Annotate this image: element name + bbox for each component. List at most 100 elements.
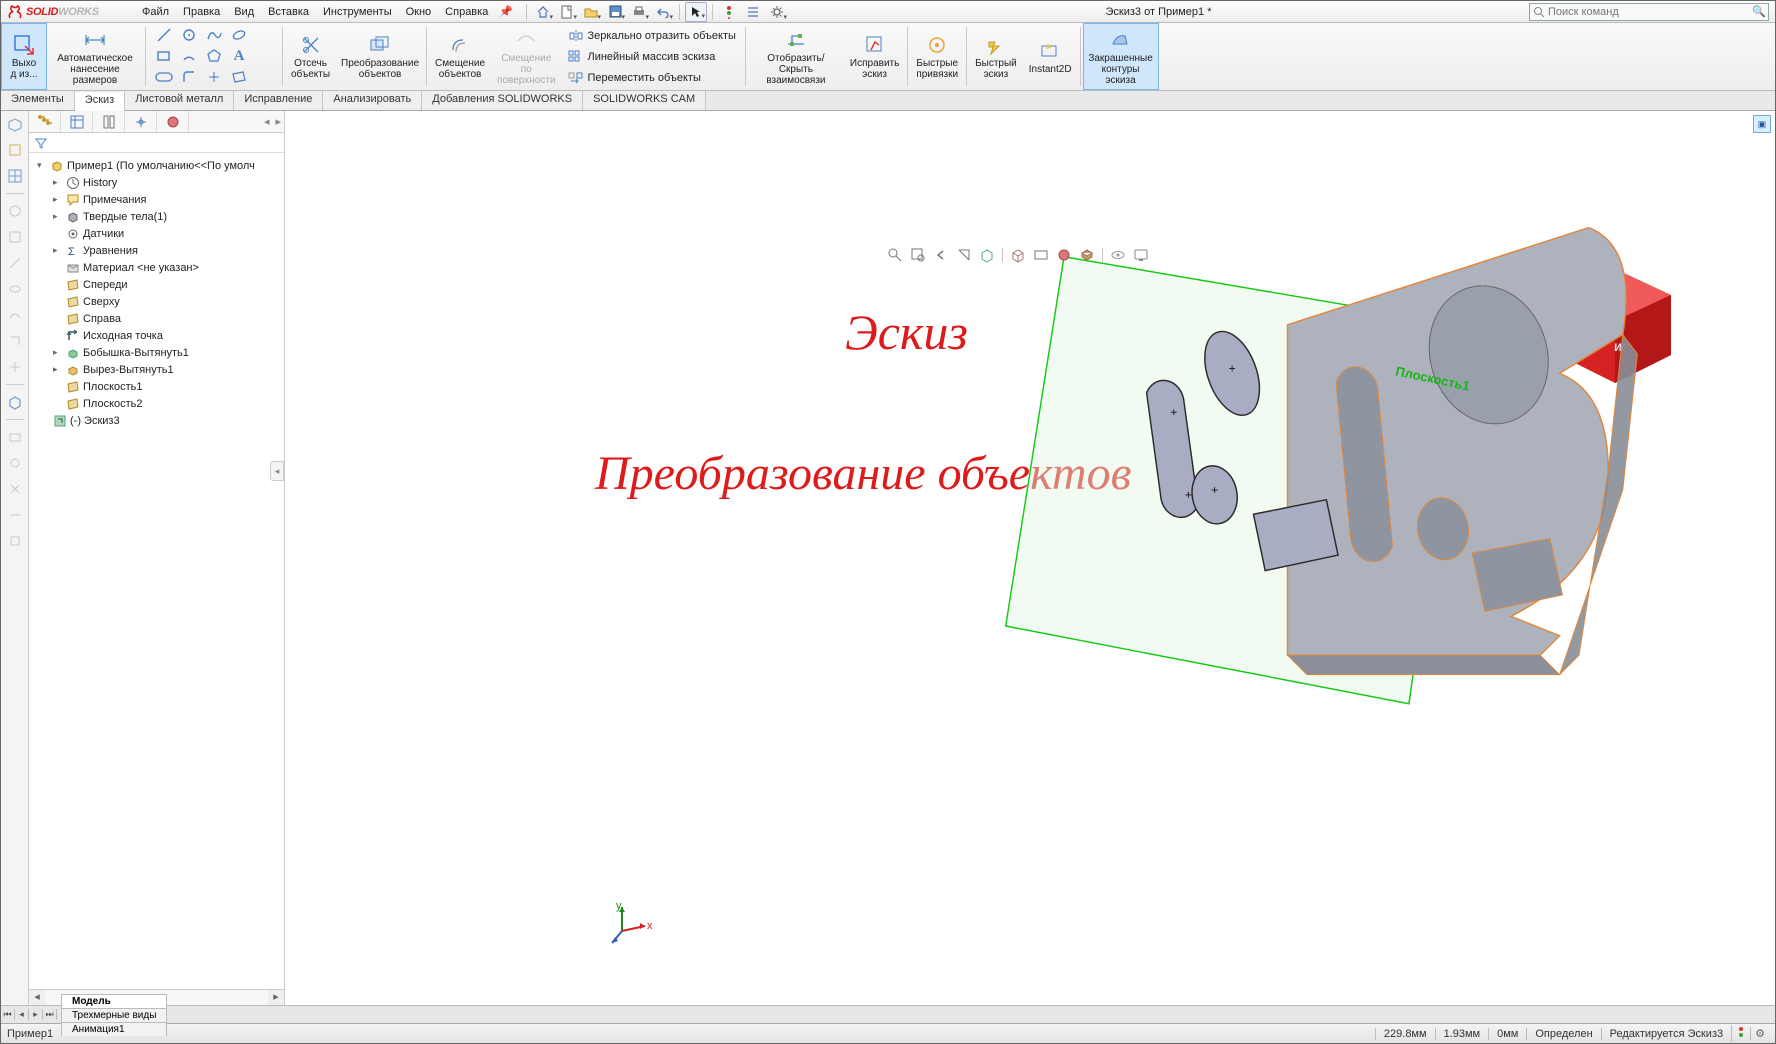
trim-button[interactable]: Отсечь объекты [285, 23, 336, 90]
fm-tab-prop[interactable] [61, 111, 93, 132]
menu-Файл[interactable]: Файл [135, 6, 176, 18]
tree-rollback-bar[interactable]: ◂ [270, 461, 284, 481]
status-rebuild-icon[interactable] [1731, 1025, 1750, 1042]
tb-icon-6[interactable] [4, 330, 26, 352]
previous-view-icon[interactable] [931, 245, 951, 265]
part-icon[interactable] [4, 139, 26, 161]
btab-Анимация1[interactable]: Анимация1 [61, 1022, 167, 1036]
tb-box-icon[interactable] [4, 391, 26, 413]
circle-icon[interactable] [177, 25, 201, 45]
tree-item[interactable]: ▸Твердые тела(1) [31, 208, 282, 225]
text-icon[interactable]: A [227, 46, 251, 66]
tab-Элементы[interactable]: Элементы [1, 91, 75, 110]
settings-icon[interactable]: ▾ [766, 2, 788, 22]
assembly-icon[interactable] [4, 113, 26, 135]
line-icon[interactable] [152, 25, 176, 45]
btab-Трехмерные виды[interactable]: Трехмерные виды [61, 1008, 167, 1022]
home-icon[interactable]: ▾ [532, 2, 554, 22]
menu-Окно[interactable]: Окно [399, 6, 439, 18]
command-search[interactable]: 🔍 [1529, 3, 1769, 21]
tab-Эскиз[interactable]: Эскиз [75, 92, 125, 111]
menu-Вид[interactable]: Вид [227, 6, 261, 18]
tb-icon-1[interactable] [4, 200, 26, 222]
move-button[interactable]: Переместить объекты [565, 68, 738, 88]
status-unit-icon[interactable]: ⚙ [1750, 1027, 1769, 1040]
mirror-button[interactable]: Зеркально отразить объекты [565, 26, 738, 46]
edit-appearance-icon[interactable] [1054, 245, 1074, 265]
slot-icon[interactable] [152, 67, 176, 87]
display-relations-button[interactable]: Отобразить/Скрыть взаимосвязи [748, 23, 844, 90]
offset-button[interactable]: Смещение объектов [429, 23, 491, 90]
shaded-sketch-button[interactable]: Закрашенные контуры эскиза [1083, 23, 1159, 90]
tb-icon-7[interactable] [4, 356, 26, 378]
menu-Правка[interactable]: Правка [176, 6, 227, 18]
tb-icon-12[interactable] [4, 530, 26, 552]
tree-item[interactable]: Сверху [31, 293, 282, 310]
select-icon[interactable]: ▾ [685, 2, 707, 22]
fm-tab-tree[interactable] [29, 111, 61, 132]
tab-nav-prev[interactable]: ◂ [15, 1009, 29, 1020]
tree-root[interactable]: ▾ Пример1 (По умолчанию<<По умолч [31, 157, 282, 174]
tree-sketch-item[interactable]: (-) Эскиз3 [31, 412, 282, 429]
tree-item[interactable]: Материал <не указан> [31, 259, 282, 276]
tree-item[interactable]: Плоскость2 [31, 395, 282, 412]
fm-tab-appear[interactable] [157, 111, 189, 132]
convert-entities-button[interactable]: Преобразование объектов [336, 23, 424, 90]
tab-nav-next[interactable]: ▸ [29, 1009, 43, 1020]
arc-icon[interactable] [177, 46, 201, 66]
quick-snaps-button[interactable]: Быстрые привязки [910, 23, 964, 90]
rebuild-icon[interactable] [718, 2, 740, 22]
tree-item[interactable]: ▸Примечания [31, 191, 282, 208]
options-list-icon[interactable] [742, 2, 764, 22]
exit-sketch-button[interactable]: Выхо д из... [1, 23, 47, 90]
feature-tree[interactable]: ▾ Пример1 (По умолчанию<<По умолч ▸Histo… [29, 153, 284, 989]
search-go-icon[interactable]: 🔍 [1750, 5, 1768, 18]
apply-scene-icon[interactable] [1077, 245, 1097, 265]
hide-show-icon[interactable] [1031, 245, 1051, 265]
rect-icon[interactable] [152, 46, 176, 66]
display-style-icon[interactable] [1008, 245, 1028, 265]
view-settings-icon[interactable] [1108, 245, 1128, 265]
save-icon[interactable]: ▾ [604, 2, 626, 22]
point-icon[interactable] [202, 67, 226, 87]
tb-icon-10[interactable] [4, 478, 26, 500]
zoom-fit-icon[interactable] [885, 245, 905, 265]
tree-item[interactable]: ▸History [31, 174, 282, 191]
view-orient-icon[interactable] [977, 245, 997, 265]
tab-nav-last[interactable]: ⏭ [43, 1009, 57, 1020]
fm-filter[interactable] [29, 133, 284, 153]
polygon-icon[interactable] [202, 46, 226, 66]
tree-item[interactable]: ▸ΣУравнения [31, 242, 282, 259]
menu-Инструменты[interactable]: Инструменты [316, 6, 399, 18]
tb-icon-3[interactable] [4, 252, 26, 274]
ellipse-icon[interactable] [227, 25, 251, 45]
tab-Анализировать[interactable]: Анализировать [323, 91, 422, 110]
tree-item[interactable]: Датчики [31, 225, 282, 242]
section-view-icon[interactable] [954, 245, 974, 265]
tb-icon-9[interactable] [4, 452, 26, 474]
print-icon[interactable]: ▾ [628, 2, 650, 22]
zoom-area-icon[interactable] [908, 245, 928, 265]
instant2d-button[interactable]: Instant2D [1023, 23, 1078, 90]
tab-Листовой металл[interactable]: Листовой металл [125, 91, 234, 110]
fm-tab-config[interactable] [93, 111, 125, 132]
btab-Модель[interactable]: Модель [61, 994, 167, 1008]
tree-item[interactable]: Плоскость1 [31, 378, 282, 395]
tab-Добавления SOLIDWORKS[interactable]: Добавления SOLIDWORKS [422, 91, 583, 110]
repair-sketch-button[interactable]: Исправить эскиз [844, 23, 905, 90]
new-doc-icon[interactable]: ▾ [556, 2, 578, 22]
tree-item[interactable]: Спереди [31, 276, 282, 293]
tree-item[interactable]: ▸Бобышка-Вытянуть1 [31, 344, 282, 361]
tab-SOLIDWORKS CAM[interactable]: SOLIDWORKS CAM [583, 91, 706, 110]
tree-item[interactable]: ▸Вырез-Вытянуть1 [31, 361, 282, 378]
open-icon[interactable]: ▾ [580, 2, 602, 22]
tree-item[interactable]: Справа [31, 310, 282, 327]
confirm-corner-icon[interactable]: ▣ [1753, 115, 1771, 133]
undo-icon[interactable]: ▾ [652, 2, 674, 22]
spline-icon[interactable] [202, 25, 226, 45]
pin-icon[interactable]: 📌 [499, 5, 513, 18]
plane-icon[interactable] [227, 67, 251, 87]
render-tools-icon[interactable] [1131, 245, 1151, 265]
tb-icon-8[interactable] [4, 426, 26, 448]
menu-Вставка[interactable]: Вставка [261, 6, 316, 18]
